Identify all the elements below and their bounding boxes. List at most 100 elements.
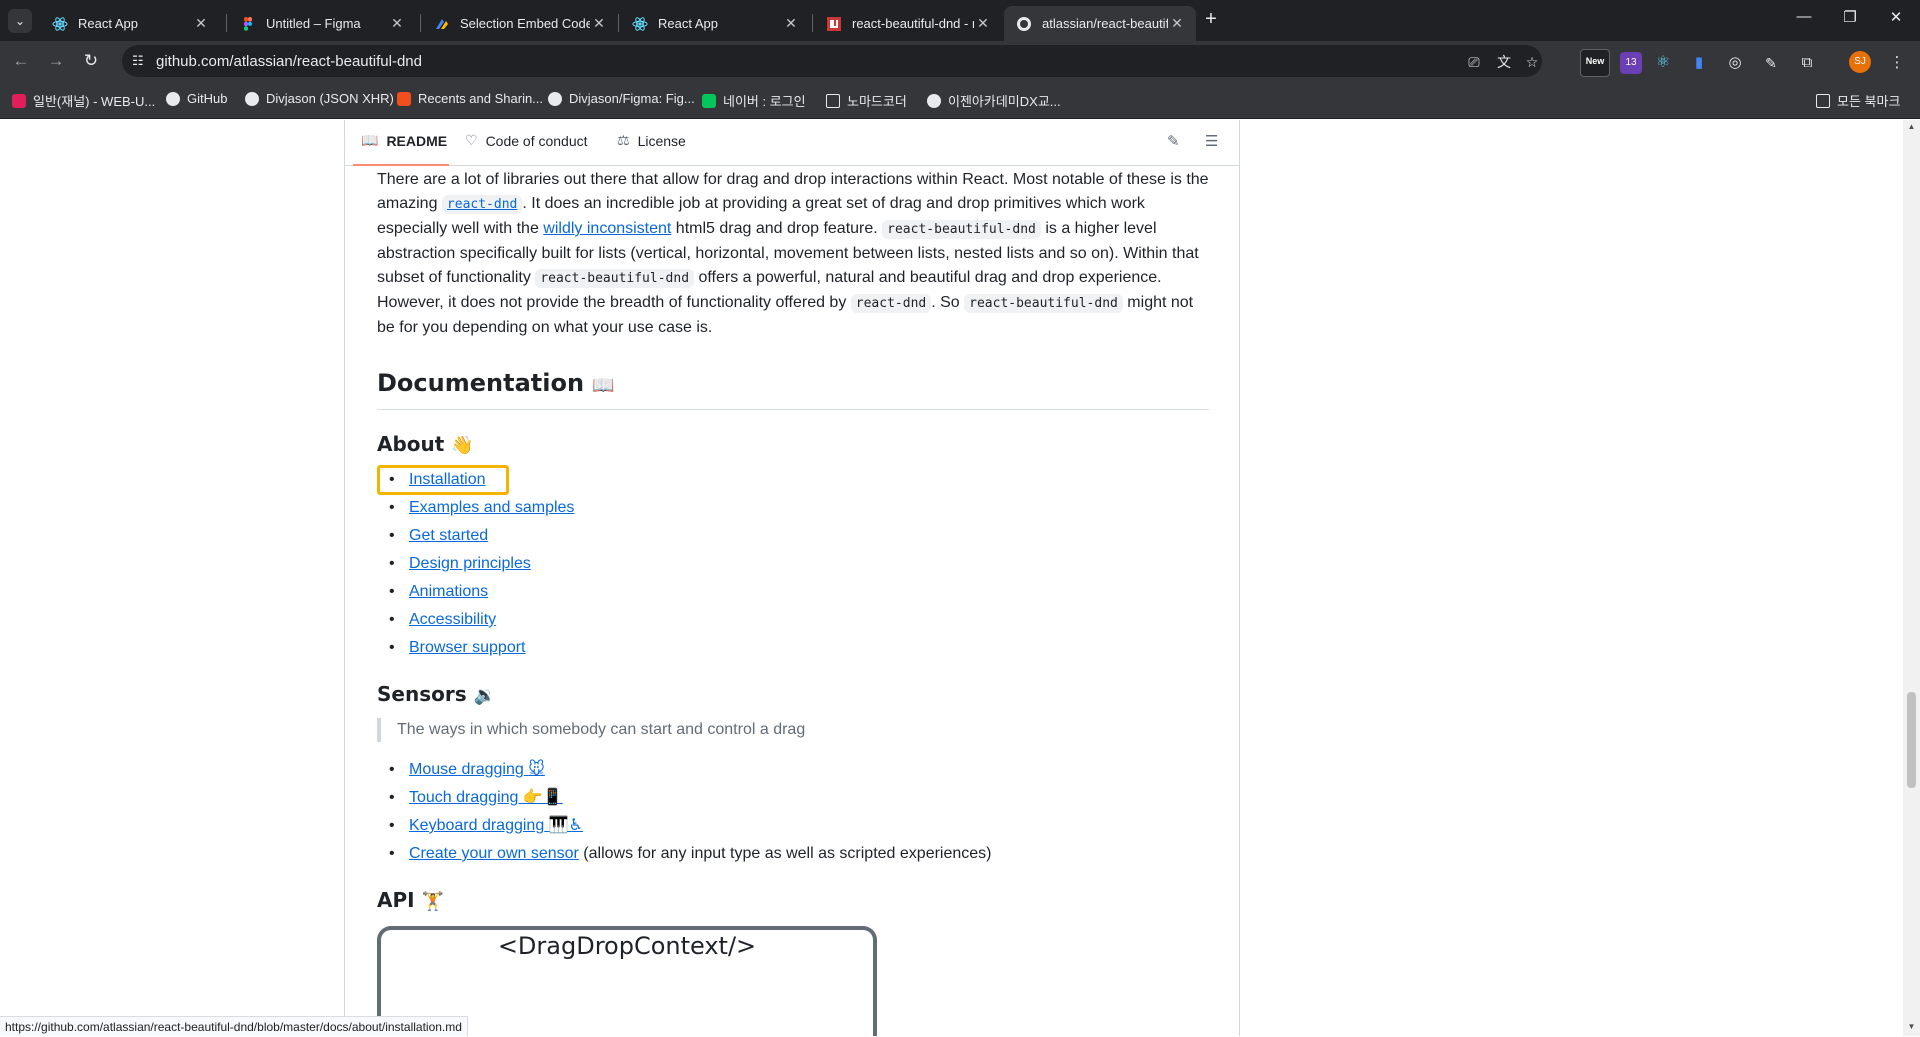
tab-selection-embed[interactable]: Selection Embed Code - Goo ✕ [422,6,618,41]
bookmark-star-icon[interactable]: ☆ [1522,52,1542,72]
design-principles-link[interactable]: Design principles [409,555,531,572]
close-icon[interactable]: ✕ [974,15,992,32]
touch-dragging-link[interactable]: Touch dragging 👉📱 [409,789,563,806]
tab-npm[interactable]: react-beautiful-dnd - npm ✕ [814,6,1002,41]
bookmark-item[interactable]: 일반(재널) - WEB-U... [12,91,155,110]
bookmark-folder[interactable]: 노마드코더 [826,91,907,110]
tab-title: React App [78,16,138,31]
animations-link[interactable]: Animations [409,583,488,600]
slack-icon [12,93,26,108]
keyboard-dragging-link[interactable]: Keyboard dragging 🎹♿ [409,817,583,834]
tab-react-app-1[interactable]: React App ✕ [40,6,220,41]
close-icon[interactable]: ✕ [590,15,608,32]
install-app-icon[interactable]: ⎚ [1464,52,1484,72]
wildly-inconsistent-link[interactable]: wildly inconsistent [543,220,671,237]
bookmarks-bar: 일반(재널) - WEB-U... GitHub Divjason (JSON … [0,81,1920,119]
bookmark-label: Divjason/Figma: Fig... [569,91,695,106]
minimize-icon[interactable]: — [1784,8,1824,25]
tab-title: Selection Embed Code - Goo [460,16,590,31]
scroll-up-icon[interactable]: ▲ [1907,122,1916,131]
bookmark-item[interactable]: Recents and Sharin... [397,91,543,106]
tab-title: atlassian/react-beautiful-dnd: B [1042,16,1168,31]
code: react-beautiful-dnd [882,220,1041,239]
heading-text: Sensors [377,682,467,706]
tab-figma[interactable]: Untitled – Figma ✕ [228,6,416,41]
docs-extension-icon[interactable]: ▮ [1688,52,1710,74]
close-icon[interactable]: ✕ [388,15,406,32]
tab-code-of-conduct[interactable]: ♡ Code of conduct [465,132,588,149]
picker-extension-icon[interactable]: ✎ [1760,52,1782,74]
close-icon[interactable]: ✕ [1168,15,1186,32]
close-window-icon[interactable]: ✕ [1876,8,1916,26]
extension-badge-icon[interactable]: 13 [1620,52,1642,74]
react-icon [52,16,68,32]
create-sensor-link[interactable]: Create your own sensor [409,845,579,862]
target-extension-icon[interactable]: ◎ [1724,52,1746,74]
address-bar[interactable]: ☷ github.com/atlassian/react-beautiful-d… [122,45,1542,77]
keyboard-icon: 🎹♿ [548,817,583,834]
all-bookmarks-folder[interactable]: 모든 북마크 [1816,91,1900,110]
bookmark-item[interactable]: GitHub [166,91,227,106]
browser-support-link[interactable]: Browser support [409,639,526,656]
close-icon[interactable]: ✕ [782,15,800,32]
tab-title: react-beautiful-dnd - npm [852,16,974,31]
book-icon: 📖 [361,132,379,148]
examples-link[interactable]: Examples and samples [409,499,574,516]
heading-text: API [377,888,415,912]
figma-icon [397,91,411,106]
react-icon [632,16,648,32]
speaker-icon: 🔉 [473,685,497,706]
about-list: Installation Examples and samples Get st… [377,465,1209,660]
book-icon: 📖 [592,375,615,396]
bookmark-item[interactable]: 이젠아카데미DX교... [927,91,1061,110]
translate-icon[interactable]: 文 [1494,52,1514,72]
github-icon [166,91,180,106]
scrollbar-thumb[interactable] [1907,692,1916,788]
wave-icon: 👋 [451,435,474,456]
react-dnd-link[interactable]: react-dnd [441,195,523,214]
figma-icon [240,16,256,32]
web-page: 📖 README ♡ Code of conduct ⚖ License ✎ ☰ Th… [0,120,1903,1036]
list-item: Installation [377,465,1209,495]
bookmark-item[interactable]: 네이버 : 로그인 [702,91,806,110]
accessibility-link[interactable]: Accessibility [409,611,496,628]
list-item: Browser support [377,636,1209,660]
close-icon[interactable]: ✕ [192,15,210,32]
list-item: Get started [377,524,1209,548]
outline-list-icon[interactable]: ☰ [1205,132,1218,150]
tab-search-button[interactable]: ⌄ [8,9,32,33]
active-tab-indicator [353,164,449,166]
page-scrollbar[interactable]: ▲ ▼ [1903,120,1920,1036]
tab-license[interactable]: ⚖ License [617,132,686,149]
about-heading: About 👋 [377,430,1209,460]
back-icon[interactable]: ← [10,50,32,72]
bookmark-label: GitHub [187,91,228,106]
menu-kebab-icon[interactable]: ⋮ [1886,52,1908,74]
new-extension-icon[interactable]: New [1580,49,1610,77]
tab-github-active[interactable]: atlassian/react-beautiful-dnd: B ✕ [1004,6,1196,41]
edit-pencil-icon[interactable]: ✎ [1167,132,1180,150]
url-text[interactable]: github.com/atlassian/react-beautiful-dnd [156,53,422,70]
weightlifter-icon: 🏋️ [421,891,444,912]
profile-avatar[interactable]: SJ [1849,51,1871,73]
list-item: Animations [377,580,1209,604]
tab-react-app-2[interactable]: React App ✕ [620,6,810,41]
site-info-icon[interactable]: ☷ [132,53,144,69]
restore-icon[interactable]: ❐ [1830,8,1870,26]
heart-icon: ♡ [465,132,478,148]
mouse-dragging-link[interactable]: Mouse dragging 🐭 [409,761,545,778]
bookmark-item[interactable]: Divjason/Figma: Fig... [548,91,695,106]
tab-readme[interactable]: 📖 README [361,132,447,149]
tab-strip: ⌄ React App ✕ Untitled – Figma ✕ Selecti… [0,0,1920,41]
link-text: Keyboard dragging [409,817,545,834]
new-tab-button[interactable]: + [1198,8,1224,31]
reload-icon[interactable]: ↻ [80,50,102,72]
extensions-puzzle-icon[interactable]: ⧉ [1796,52,1818,74]
bookmark-item[interactable]: Divjason (JSON XHR) [245,91,394,106]
api-heading: API 🏋️ [377,886,1209,916]
react-devtools-icon[interactable]: ⚛ [1652,52,1674,74]
scroll-down-icon[interactable]: ▼ [1907,1022,1916,1031]
get-started-link[interactable]: Get started [409,527,488,544]
forward-icon[interactable]: → [45,50,67,72]
text: (allows for any input type as well as sc… [578,845,992,862]
